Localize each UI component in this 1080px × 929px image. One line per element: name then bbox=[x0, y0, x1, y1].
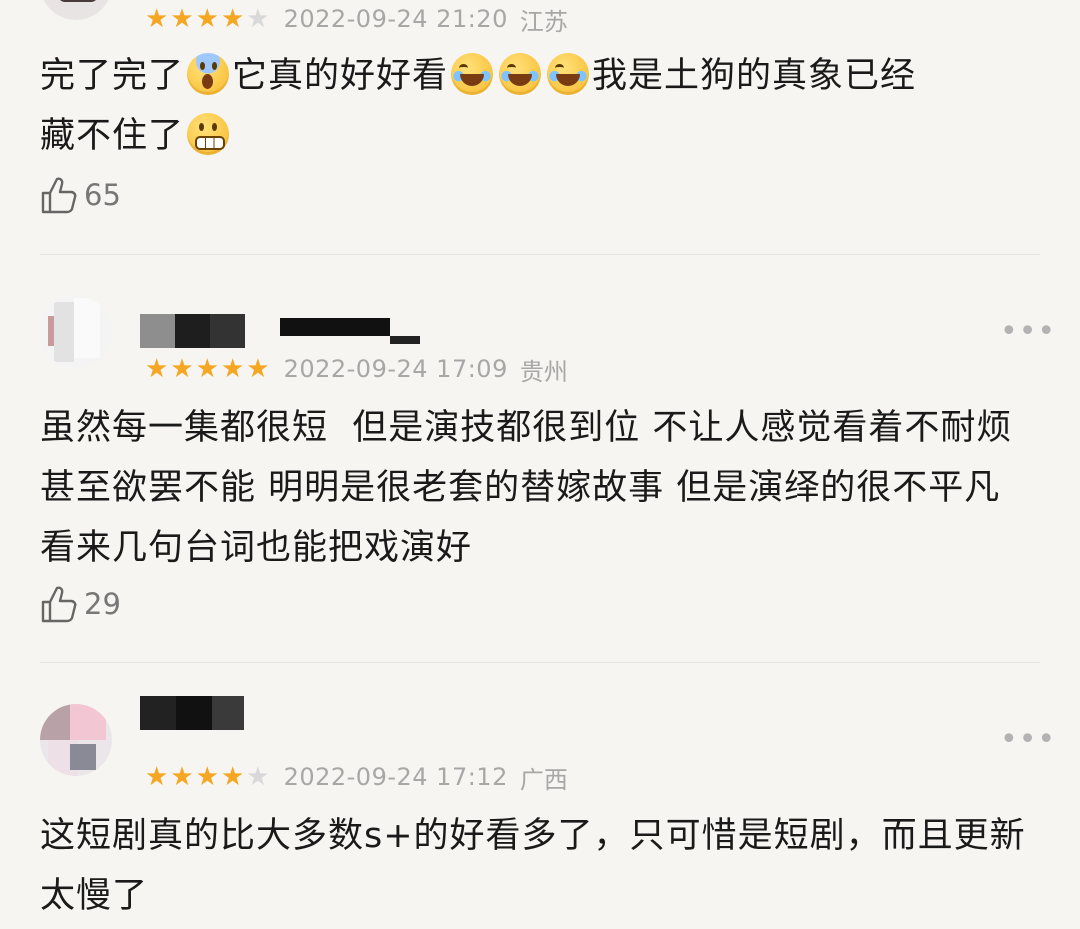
face-screaming-in-fear-icon bbox=[187, 53, 230, 95]
review-location: 贵州 bbox=[519, 357, 568, 386]
rating-stars: ★ ★ ★ ★ ★ bbox=[145, 354, 270, 384]
face-with-tears-of-joy-icon bbox=[451, 53, 494, 95]
divider bbox=[40, 254, 1040, 255]
more-options-icon[interactable]: ••• bbox=[1000, 317, 1056, 347]
avatar[interactable] bbox=[40, 296, 112, 368]
star-icon: ★ bbox=[145, 354, 169, 384]
grimacing-face-icon bbox=[187, 113, 230, 155]
review-date: 2022-09-24 17:09 bbox=[283, 355, 508, 383]
review-location: 江苏 bbox=[519, 7, 568, 36]
username-redacted bbox=[140, 696, 270, 730]
star-icon: ★ bbox=[220, 354, 245, 384]
avatar[interactable] bbox=[40, 704, 112, 776]
star-empty-icon: ★ bbox=[246, 4, 270, 34]
star-icon: ★ bbox=[195, 4, 219, 34]
star-icon: ★ bbox=[246, 354, 270, 384]
divider bbox=[40, 662, 1040, 663]
face-with-tears-of-joy-icon bbox=[499, 53, 542, 95]
star-icon: ★ bbox=[220, 4, 245, 34]
review-content: 这短剧真的比大多数s+的好看多了，只可惜是短剧，而且更新太慢了 bbox=[40, 816, 1026, 916]
review-meta: ★ ★ ★ ★ ★ 2022-09-24 17:09 贵州 bbox=[145, 354, 568, 386]
rating-stars: ★ ★ ★ ★ ★ bbox=[145, 762, 270, 792]
username-redacted bbox=[140, 314, 420, 348]
review-location: 广西 bbox=[519, 765, 568, 794]
review-content: 完了完了 它真的好好看 我是土狗的真象已经 藏不住了 bbox=[40, 46, 1040, 166]
star-icon: ★ bbox=[195, 762, 219, 792]
star-icon: ★ bbox=[195, 354, 219, 384]
like-button[interactable]: 65 bbox=[40, 175, 121, 215]
avatar[interactable] bbox=[40, 0, 112, 20]
star-empty-icon: ★ bbox=[246, 762, 270, 792]
like-button[interactable]: 29 bbox=[40, 584, 121, 624]
star-icon: ★ bbox=[145, 4, 169, 34]
like-count: 29 bbox=[84, 587, 121, 621]
face-with-tears-of-joy-icon bbox=[547, 53, 590, 95]
star-icon: ★ bbox=[170, 354, 194, 384]
rating-stars: ★ ★ ★ ★ ★ bbox=[145, 4, 270, 34]
review-date: 2022-09-24 17:12 bbox=[283, 763, 508, 791]
review-meta: ★ ★ ★ ★ ★ 2022-09-24 21:20 江苏 bbox=[145, 4, 568, 36]
star-icon: ★ bbox=[170, 4, 194, 34]
review-content: 虽然每一集都很短 但是演技都很到位 不让人感觉看着不耐烦 甚至欲罢不能 明明是很… bbox=[40, 408, 1025, 568]
review-date: 2022-09-24 21:20 bbox=[283, 5, 508, 33]
star-icon: ★ bbox=[145, 762, 169, 792]
thumbs-up-icon bbox=[41, 586, 77, 623]
review-meta: ★ ★ ★ ★ ★ 2022-09-24 17:12 广西 bbox=[145, 762, 568, 794]
thumbs-up-icon bbox=[41, 177, 77, 214]
star-icon: ★ bbox=[170, 762, 194, 792]
like-count: 65 bbox=[84, 178, 121, 212]
more-options-icon[interactable]: ••• bbox=[1000, 725, 1056, 755]
star-icon: ★ bbox=[220, 762, 245, 792]
